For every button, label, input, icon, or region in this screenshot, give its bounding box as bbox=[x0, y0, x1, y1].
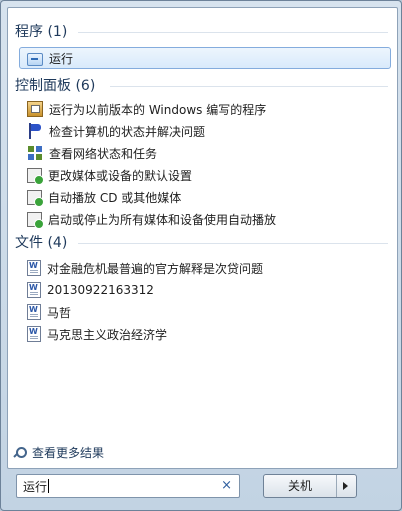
result-item-file[interactable]: 马克思主义政治经济学 bbox=[20, 324, 388, 344]
group-divider bbox=[78, 243, 388, 244]
group-header-programs: 程序 (1) bbox=[15, 24, 68, 40]
result-item-file[interactable]: 马哲 bbox=[20, 302, 388, 322]
result-item-label: 运行 bbox=[49, 51, 74, 66]
result-item-file[interactable]: 对金融危机最普遍的官方解释是次贷问题 bbox=[20, 258, 388, 278]
word-document-icon bbox=[27, 282, 41, 298]
compatibility-icon bbox=[27, 101, 43, 117]
result-item-media-defaults[interactable]: 更改媒体或设备的默认设置 bbox=[20, 165, 388, 185]
see-more-results-link[interactable]: 查看更多结果 bbox=[14, 444, 104, 461]
result-item-label: 运行为以前版本的 Windows 编写的程序 bbox=[49, 102, 267, 117]
shutdown-button-group: 关机 bbox=[263, 474, 357, 498]
word-document-icon bbox=[27, 260, 41, 276]
clear-search-icon[interactable]: × bbox=[221, 478, 232, 493]
word-document-icon bbox=[27, 326, 41, 342]
see-more-label: 查看更多结果 bbox=[32, 446, 105, 460]
result-item-label: 检查计算机的状态并解决问题 bbox=[49, 124, 206, 139]
network-icon bbox=[27, 145, 43, 161]
word-document-icon bbox=[27, 304, 41, 320]
result-item-check-status[interactable]: 检查计算机的状态并解决问题 bbox=[20, 121, 388, 141]
search-input-value: 运行 bbox=[23, 479, 48, 494]
result-item-label: 对金融危机最普遍的官方解释是次贷问题 bbox=[47, 261, 264, 276]
search-input[interactable]: 运行 × bbox=[16, 474, 240, 498]
result-item-file[interactable]: 20130922163312 bbox=[20, 280, 388, 300]
result-item-autoplay-toggle[interactable]: 启动或停止为所有媒体和设备使用自动播放 bbox=[20, 209, 388, 229]
result-item-run[interactable]: 运行 bbox=[19, 47, 391, 69]
search-icon bbox=[14, 446, 27, 459]
result-item-label: 查看网络状态和任务 bbox=[49, 146, 158, 161]
start-menu: 程序 (1) 运行 控制面板 (6) 运行为以前版本的 Windows 编写的程… bbox=[0, 0, 402, 511]
group-header-files: 文件 (4) bbox=[15, 235, 68, 251]
result-item-network-status[interactable]: 查看网络状态和任务 bbox=[20, 143, 388, 163]
result-item-label: 马哲 bbox=[47, 305, 72, 320]
autoplay-icon bbox=[27, 189, 44, 207]
result-item-label: 自动播放 CD 或其他媒体 bbox=[48, 190, 182, 205]
autoplay-icon bbox=[27, 167, 44, 185]
search-results-pane: 程序 (1) 运行 控制面板 (6) 运行为以前版本的 Windows 编写的程… bbox=[7, 7, 398, 469]
shutdown-button[interactable]: 关机 bbox=[264, 475, 336, 497]
group-header-control-panel: 控制面板 (6) bbox=[15, 78, 96, 94]
result-item-label: 更改媒体或设备的默认设置 bbox=[48, 168, 193, 183]
autoplay-icon bbox=[27, 211, 44, 229]
result-item-autoplay-cd[interactable]: 自动播放 CD 或其他媒体 bbox=[20, 187, 388, 207]
text-caret bbox=[48, 479, 50, 493]
flag-icon bbox=[27, 123, 43, 139]
group-divider bbox=[110, 86, 388, 87]
result-item-label: 启动或停止为所有媒体和设备使用自动播放 bbox=[48, 212, 277, 227]
result-item-compatibility[interactable]: 运行为以前版本的 Windows 编写的程序 bbox=[20, 99, 388, 119]
shutdown-options-arrow-icon[interactable] bbox=[337, 475, 356, 497]
result-item-label: 马克思主义政治经济学 bbox=[47, 327, 168, 342]
group-divider bbox=[78, 32, 388, 33]
run-icon bbox=[27, 52, 43, 66]
result-item-label: 20130922163312 bbox=[47, 283, 154, 297]
